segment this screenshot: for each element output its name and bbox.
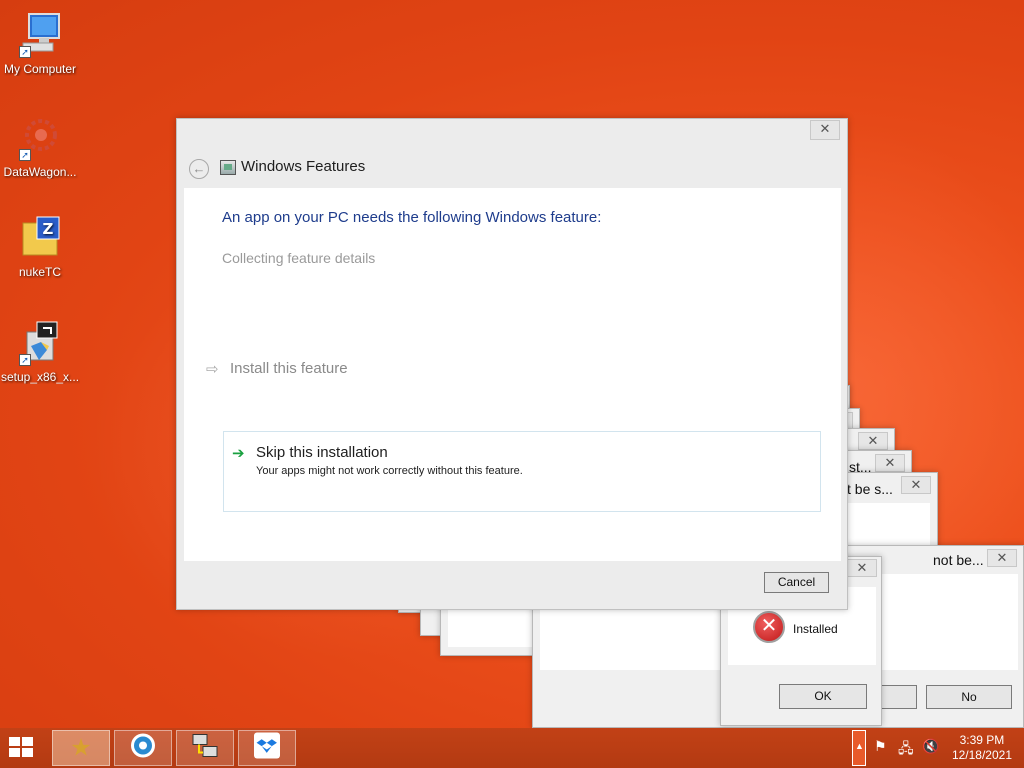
desktop-icon-nuketc[interactable]: Z nukeTC <box>0 215 80 279</box>
close-icon[interactable]: ✕ <box>901 476 931 494</box>
install-feature-label: Install this feature <box>230 360 348 377</box>
gear-icon: ➚ <box>17 115 63 161</box>
dialog-text-fragment: t be s... <box>847 481 893 497</box>
taskbar-favorites-button[interactable]: ★ <box>52 730 110 766</box>
close-icon[interactable]: ✕ <box>875 454 905 472</box>
desktop-icon-label: setup_x86_x... <box>0 370 80 384</box>
close-icon[interactable]: ✕ <box>858 432 888 450</box>
desktop-icon-label: DataWagon... <box>3 165 77 179</box>
clock-time: 3:39 PM <box>959 733 1005 747</box>
dropbox-icon <box>254 732 280 764</box>
network-tray-icon[interactable]: 🖧 <box>898 738 914 762</box>
no-button[interactable]: No <box>926 685 1012 709</box>
computer-icon: ➚ <box>17 12 63 58</box>
installer-icon: ➚ <box>17 320 63 366</box>
windows-features-icon <box>220 160 236 175</box>
network-icon <box>191 733 219 764</box>
skip-installation-title: Skip this installation <box>256 444 388 461</box>
show-hidden-icons-button[interactable]: ▲ <box>852 730 866 766</box>
close-icon[interactable]: ✕ <box>810 120 840 140</box>
chevron-up-icon: ▲ <box>855 741 864 751</box>
app-circle-icon <box>130 733 156 764</box>
action-center-flag-icon[interactable]: ⚑ <box>874 738 887 755</box>
dialog-footer <box>177 561 847 609</box>
desktop-icon-my-computer[interactable]: ➚ My Computer <box>0 12 80 76</box>
svg-text:Z: Z <box>43 220 54 238</box>
error-icon: ✕ <box>753 611 785 643</box>
windows-logo-icon <box>9 737 33 757</box>
skip-installation-option[interactable]: ➔ Skip this installation Your apps might… <box>223 431 821 512</box>
windows-features-dialog: ✕ ← Windows Features An app on your PC n… <box>176 118 848 610</box>
close-icon[interactable]: ✕ <box>987 549 1017 567</box>
taskbar-network-button[interactable] <box>176 730 234 766</box>
desktop-icon-datawagon[interactable]: ➚ DataWagon... <box>0 115 80 179</box>
desktop-icon-label: nukeTC <box>18 265 62 279</box>
taskbar: ★ ▲ ⚑ 🖧 🔇 3:39 PM 12/18/2021 <box>0 728 1024 768</box>
shortcut-arrow-icon: ➚ <box>19 149 31 161</box>
clock-date: 12/18/2021 <box>951 748 1012 762</box>
dialog-text-fragment: not be... <box>933 552 984 568</box>
status-text: Collecting feature details <box>222 250 376 266</box>
volume-muted-icon[interactable]: 🔇 <box>922 738 939 755</box>
dialog-heading: An app on your PC needs the following Wi… <box>222 209 602 226</box>
arrow-right-icon: ⇨ <box>206 361 219 378</box>
cancel-button[interactable]: Cancel <box>764 572 829 593</box>
star-icon: ★ <box>70 734 92 762</box>
start-button[interactable] <box>6 734 38 762</box>
archive-folder-icon: Z <box>17 215 63 261</box>
desktop-icon-label: My Computer <box>3 62 77 76</box>
shortcut-arrow-icon: ➚ <box>19 46 31 58</box>
clock[interactable]: 3:39 PM 12/18/2021 <box>952 733 1012 763</box>
back-arrow-icon[interactable]: ← <box>189 159 209 179</box>
green-arrow-icon: ➔ <box>232 445 245 462</box>
taskbar-dropbox-button[interactable] <box>238 730 296 766</box>
dialog-content: An app on your PC needs the following Wi… <box>184 188 841 561</box>
ok-button[interactable]: OK <box>779 684 867 709</box>
shortcut-arrow-icon: ➚ <box>19 354 31 366</box>
close-icon[interactable]: ✕ <box>847 559 877 577</box>
install-feature-option[interactable]: ⇨ Install this feature <box>206 360 348 378</box>
taskbar-app-button[interactable] <box>114 730 172 766</box>
error-message: Installed <box>793 622 838 636</box>
desktop-icon-setup[interactable]: ➚ setup_x86_x... <box>0 320 80 384</box>
dialog-title: Windows Features <box>241 158 366 175</box>
skip-installation-subtitle: Your apps might not work correctly witho… <box>256 465 523 477</box>
